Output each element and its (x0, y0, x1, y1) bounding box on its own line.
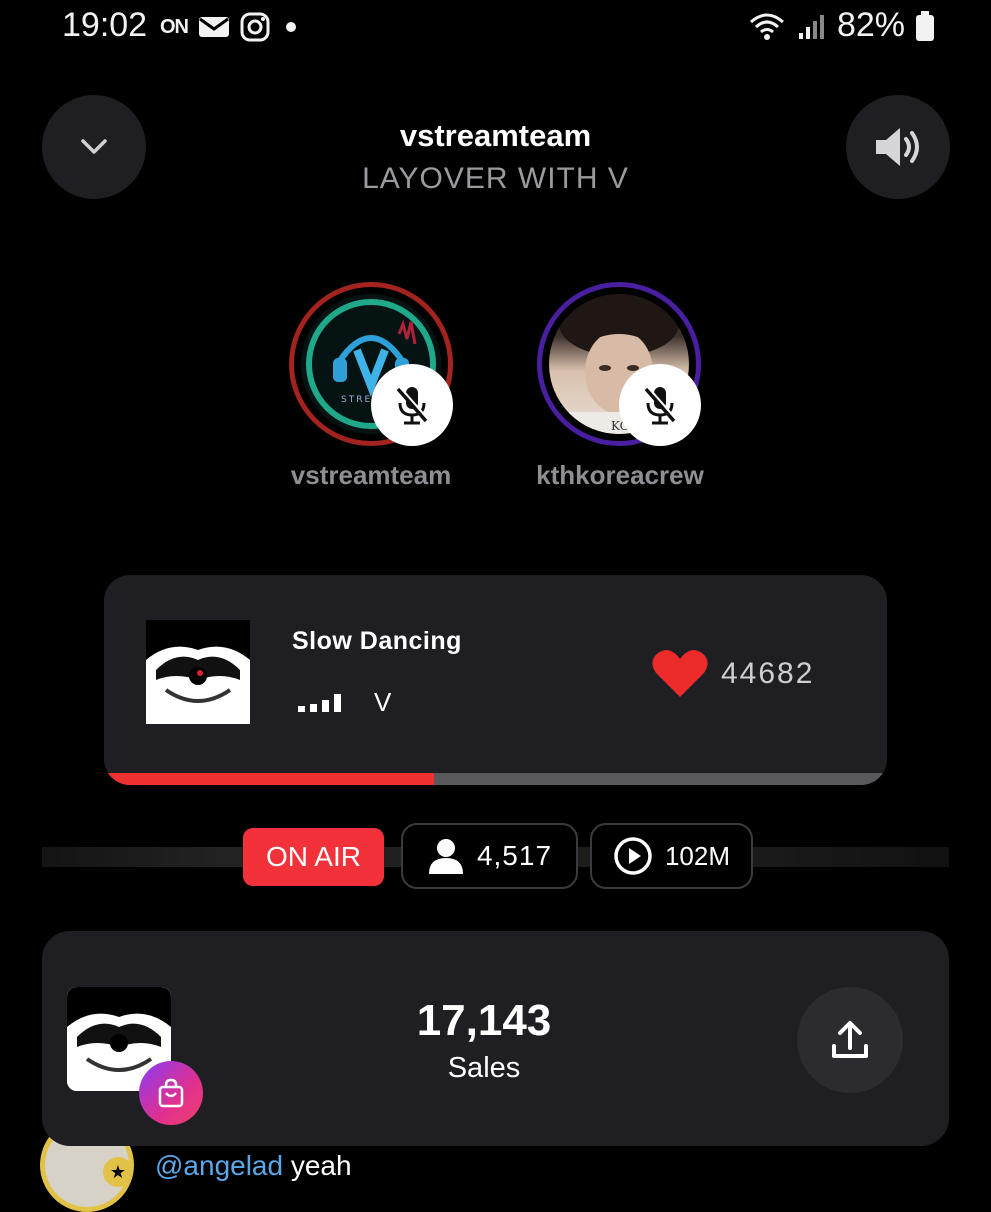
play-circle-icon (614, 837, 652, 875)
page-subtitle: LAYOVER WITH V (362, 162, 629, 195)
playback-progress-bar[interactable] (108, 773, 883, 785)
sales-card[interactable]: 17,143 Sales (42, 931, 949, 1146)
comment: @angelad yeah (155, 1150, 352, 1182)
status-system-icons: 82% (747, 6, 935, 45)
on-air-badge: ON AIR (243, 828, 384, 886)
album-art (146, 620, 250, 724)
like-count: 44682 (721, 657, 815, 690)
speaker-icon (876, 128, 919, 166)
page-title: vstreamteam (399, 118, 592, 153)
play-count: 102M (664, 840, 731, 871)
comment-text: yeah (290, 1150, 352, 1181)
mail-icon (199, 17, 229, 37)
upload-icon (832, 1021, 868, 1058)
host-vstreamteam[interactable]: STREAM (289, 282, 459, 452)
now-playing-card[interactable]: Slow Dancing V 44682 (104, 575, 887, 785)
mic-off-icon (644, 386, 677, 425)
on-label: ON (160, 15, 189, 38)
playback-progress-fill (108, 773, 434, 785)
listener-count-pill: 4,517 (401, 823, 578, 889)
sales-label: Sales (447, 1052, 521, 1084)
play-count-pill: 102M (590, 823, 753, 889)
mic-muted-badge (371, 364, 453, 446)
track-artist: V (374, 687, 392, 717)
host-name: vstreamteam (290, 460, 452, 490)
equalizer-icon (298, 694, 341, 712)
signal-icon (798, 14, 824, 39)
host-kthkoreacrew[interactable]: KO (537, 282, 707, 452)
status-notification-icons: ON (160, 12, 302, 42)
wifi-icon (749, 13, 784, 40)
mic-off-icon (396, 386, 429, 425)
heart-icon[interactable] (652, 647, 708, 699)
share-button[interactable] (797, 987, 903, 1093)
star-badge-icon: ★ (103, 1157, 133, 1187)
sales-count: 17,143 (416, 996, 552, 1045)
track-title: Slow Dancing (292, 627, 462, 655)
comment-username[interactable]: @angelad (155, 1150, 283, 1181)
instagram-icon (240, 12, 270, 42)
mic-muted-badge (619, 364, 701, 446)
status-time: 19:02 (62, 6, 148, 44)
battery-icon (916, 10, 934, 41)
battery-percent: 82% (836, 6, 905, 44)
volume-button[interactable] (846, 95, 950, 199)
host-name: kthkoreacrew (536, 460, 704, 490)
person-icon (428, 839, 463, 874)
listener-count: 4,517 (476, 840, 553, 871)
dot-icon (286, 22, 296, 32)
